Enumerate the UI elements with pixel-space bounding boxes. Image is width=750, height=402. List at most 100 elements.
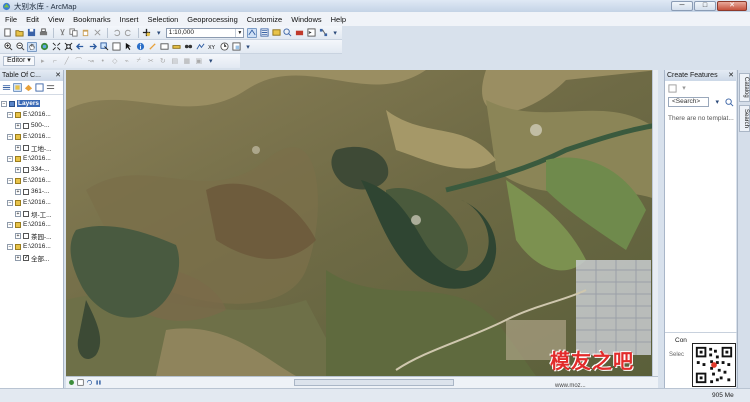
- hyperlink-icon[interactable]: [147, 42, 157, 52]
- collapse-icon[interactable]: −: [7, 243, 13, 250]
- end-point-arc-icon[interactable]: ⌒: [74, 56, 84, 66]
- copy-icon[interactable]: [69, 28, 79, 38]
- editor-toolbar-icon[interactable]: [247, 27, 258, 38]
- list-by-source-icon[interactable]: [13, 83, 22, 92]
- chevron-down-icon[interactable]: ▼: [235, 28, 243, 37]
- layout-view-icon[interactable]: [77, 379, 84, 386]
- expand-icon[interactable]: +: [15, 166, 21, 173]
- zoom-in-icon[interactable]: [3, 42, 13, 52]
- menu-view[interactable]: View: [48, 15, 64, 24]
- new-document-icon[interactable]: [3, 28, 13, 38]
- layer-visibility-checkbox[interactable]: [23, 144, 29, 151]
- redo-icon[interactable]: [123, 28, 133, 38]
- toc-group-row[interactable]: − E:\2016...: [1, 197, 63, 208]
- layer-visibility-checkbox[interactable]: [23, 232, 29, 239]
- zoom-out-icon[interactable]: [15, 42, 25, 52]
- collapse-icon[interactable]: −: [7, 111, 13, 118]
- time-slider-icon[interactable]: [219, 42, 229, 52]
- edit-tool-icon[interactable]: ▸: [38, 56, 48, 66]
- template-search-input[interactable]: <Search>: [668, 97, 710, 107]
- expand-icon[interactable]: +: [15, 144, 21, 151]
- find-route-icon[interactable]: [195, 42, 205, 52]
- menu-bookmarks[interactable]: Bookmarks: [73, 15, 111, 24]
- menu-customize[interactable]: Customize: [247, 15, 282, 24]
- menu-help[interactable]: Help: [331, 15, 346, 24]
- collapse-icon[interactable]: −: [1, 100, 7, 107]
- add-data-icon[interactable]: [142, 28, 152, 38]
- split-tool-icon[interactable]: ✂: [146, 56, 156, 66]
- toc-group-row[interactable]: − E:\2016...: [1, 153, 63, 164]
- map-horizontal-scrollbar[interactable]: [294, 379, 454, 386]
- print-icon[interactable]: [38, 28, 48, 38]
- menu-windows[interactable]: Windows: [291, 15, 321, 24]
- toc-group-row[interactable]: − E:\2016...: [1, 109, 63, 120]
- toolbar-options-icon[interactable]: ▾: [206, 56, 216, 66]
- create-features-close-icon[interactable]: ✕: [728, 70, 734, 81]
- refresh-icon[interactable]: [86, 379, 93, 386]
- html-popup-icon[interactable]: [159, 42, 169, 52]
- collapse-icon[interactable]: −: [7, 221, 13, 228]
- map-vertical-scrollbar[interactable]: [652, 70, 658, 376]
- catalog-tab[interactable]: Catalog: [739, 73, 750, 102]
- expand-icon[interactable]: +: [15, 254, 21, 261]
- menu-selection[interactable]: Selection: [147, 15, 178, 24]
- search-tab[interactable]: Search: [739, 104, 750, 132]
- arctoolbox-icon[interactable]: [295, 28, 305, 38]
- cut-polygons-icon[interactable]: ⌿: [134, 56, 144, 66]
- chevron-down-icon[interactable]: ▾: [712, 97, 722, 107]
- toc-group-row[interactable]: − E:\2016...: [1, 131, 63, 142]
- toc-layer-row[interactable]: + ✓ 全部...: [1, 252, 63, 263]
- collapse-icon[interactable]: −: [7, 177, 13, 184]
- expand-icon[interactable]: +: [15, 188, 21, 195]
- add-data-dropdown-icon[interactable]: ▾: [154, 28, 164, 38]
- rotate-tool-icon[interactable]: ↻: [158, 56, 168, 66]
- create-viewer-window-icon[interactable]: [231, 42, 241, 52]
- open-folder-icon[interactable]: [15, 28, 25, 38]
- trace-icon[interactable]: ↝: [86, 56, 96, 66]
- python-window-icon[interactable]: [307, 28, 317, 38]
- full-extent-icon[interactable]: [39, 42, 49, 52]
- fixed-zoom-in-icon[interactable]: [51, 42, 61, 52]
- catalog-icon[interactable]: [271, 28, 281, 38]
- toc-group-row[interactable]: − E:\2016...: [1, 219, 63, 230]
- find-icon[interactable]: [183, 42, 193, 52]
- edit-vertices-icon[interactable]: ◇: [110, 56, 120, 66]
- straight-segment-icon[interactable]: ╱: [62, 56, 72, 66]
- save-icon[interactable]: [27, 28, 37, 38]
- toolbar-options-icon[interactable]: ▾: [330, 28, 340, 38]
- map-scale-combobox[interactable]: 1:10,000 ▼: [165, 27, 245, 38]
- editor-menu-button[interactable]: Editor ▾: [3, 56, 35, 66]
- toc-group-row[interactable]: − E:\2016...: [1, 241, 63, 252]
- toc-close-icon[interactable]: ✕: [55, 70, 61, 81]
- toolbar-options-icon[interactable]: ▾: [243, 42, 253, 52]
- delete-icon[interactable]: [93, 28, 103, 38]
- select-by-rectangle-icon[interactable]: [99, 42, 109, 52]
- maximize-button[interactable]: □: [694, 1, 716, 11]
- create-features-icon[interactable]: ▣: [194, 56, 204, 66]
- menu-geoprocessing[interactable]: Geoprocessing: [187, 15, 237, 24]
- layer-visibility-checkbox[interactable]: [23, 210, 29, 217]
- go-to-xy-icon[interactable]: XY: [207, 42, 217, 52]
- toc-layer-row[interactable]: +500-...: [1, 120, 63, 131]
- collapse-icon[interactable]: −: [7, 199, 13, 206]
- filter-icon[interactable]: ▾: [679, 83, 689, 93]
- layer-visibility-checkbox[interactable]: [23, 122, 29, 129]
- measure-icon[interactable]: [171, 42, 181, 52]
- edit-annotation-icon[interactable]: ⌐: [50, 56, 60, 66]
- toc-layer-row[interactable]: +361-...: [1, 186, 63, 197]
- table-of-contents-icon[interactable]: [259, 28, 269, 38]
- list-by-drawing-order-icon[interactable]: [2, 83, 11, 92]
- paste-icon[interactable]: [81, 28, 91, 38]
- menu-file[interactable]: File: [5, 15, 17, 24]
- cut-icon[interactable]: [57, 28, 67, 38]
- pan-hand-icon[interactable]: [27, 41, 37, 52]
- data-view-icon[interactable]: [68, 379, 75, 386]
- menu-edit[interactable]: Edit: [26, 15, 39, 24]
- back-extent-icon[interactable]: [75, 42, 85, 52]
- layer-visibility-checkbox[interactable]: [23, 166, 29, 173]
- map-view[interactable]: [66, 70, 658, 376]
- toc-group-row[interactable]: − E:\2016...: [1, 175, 63, 186]
- list-by-visibility-icon[interactable]: [24, 83, 33, 92]
- fixed-zoom-out-icon[interactable]: [63, 42, 73, 52]
- toc-layer-row[interactable]: +334-...: [1, 164, 63, 175]
